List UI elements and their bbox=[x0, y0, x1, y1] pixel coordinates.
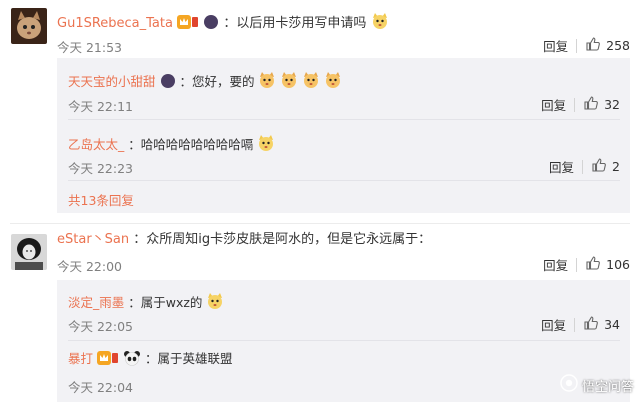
avatar-gu1srebeca[interactable] bbox=[11, 8, 47, 44]
reply-time: 今天 22:23 bbox=[68, 161, 133, 176]
wukong-watermark: 悟空问答 bbox=[560, 374, 634, 396]
comment-1: Gu1SRebeca_Tata ：以后用卡莎用写申请吗 今天 21:53 回复 … bbox=[0, 0, 640, 232]
reply-actions: 回复 34 bbox=[541, 315, 620, 334]
night-badge-icon bbox=[160, 73, 176, 93]
comment-body: ：众所周知ig卡莎皮肤是阿水的，但是它永远属于： bbox=[133, 232, 432, 247]
cat-emoji-icon bbox=[206, 292, 224, 314]
cat-emoji-icon bbox=[258, 71, 276, 93]
comment-actions: 回复 106 bbox=[543, 255, 630, 274]
like-count: 258 bbox=[606, 38, 630, 53]
action-divider bbox=[576, 38, 578, 53]
comment-username[interactable]: eStar丶San bbox=[57, 232, 129, 247]
reply-text-line: 淡定_雨墨 ：属于wxz的 bbox=[68, 292, 224, 314]
reply-thread: 天天宝的小甜甜 ：您好，要的 今天 22:11 回复 32 乙岛太太_ ：哈哈哈… bbox=[57, 58, 630, 213]
comment-text-line: Gu1SRebeca_Tata ：以后用卡莎用写申请吗 bbox=[57, 12, 389, 35]
cat-emoji-icon bbox=[324, 71, 342, 93]
action-divider bbox=[574, 317, 576, 332]
avatar-estar-san[interactable] bbox=[11, 234, 47, 270]
panda-badge-icon bbox=[123, 350, 141, 370]
reply-username[interactable]: 乙岛太太_ bbox=[68, 137, 124, 152]
comment-body: ：以后用卡莎用写申请吗 bbox=[223, 16, 367, 31]
reply-button[interactable]: 回复 bbox=[543, 36, 568, 55]
comment-time: 今天 21:53 bbox=[57, 40, 122, 55]
reply-divider bbox=[68, 180, 620, 181]
reply-button[interactable]: 回复 bbox=[543, 255, 568, 274]
reply-actions: 回复 2 bbox=[549, 157, 620, 176]
reply-text-line: 乙岛太太_ ：哈哈哈哈哈哈哈哈嗝 bbox=[68, 134, 275, 156]
reply-time: 今天 22:11 bbox=[68, 99, 133, 114]
comment-2: eStar丶San ：众所周知ig卡莎皮肤是阿水的，但是它永远属于： 今天 22… bbox=[0, 224, 640, 402]
reply-body: ：您好，要的 bbox=[179, 74, 255, 89]
reply-item: 天天宝的小甜甜 ：您好，要的 今天 22:11 回复 32 bbox=[57, 58, 630, 118]
reply-body: ：哈哈哈哈哈哈哈哈嗝 bbox=[128, 137, 254, 152]
reply-button[interactable]: 回复 bbox=[541, 315, 566, 334]
action-divider bbox=[582, 159, 584, 174]
more-replies-link[interactable]: 共13条回复 bbox=[68, 190, 134, 209]
action-divider bbox=[574, 97, 576, 112]
reply-username[interactable]: 天天宝的小甜甜 bbox=[68, 74, 156, 89]
reply-text-line: 天天宝的小甜甜 ：您好，要的 bbox=[68, 71, 342, 93]
wukong-logo-icon bbox=[560, 374, 578, 396]
like-thumb-icon[interactable] bbox=[585, 255, 601, 274]
reply-body: ：属于wxz的 bbox=[128, 295, 203, 310]
like-count: 34 bbox=[604, 317, 620, 332]
reply-time: 今天 22:04 bbox=[68, 380, 133, 395]
like-count: 106 bbox=[606, 257, 630, 272]
badge-crown-icon bbox=[177, 14, 199, 35]
cat-emoji-icon bbox=[257, 134, 275, 156]
like-thumb-icon[interactable] bbox=[583, 315, 599, 334]
reply-time: 今天 22:05 bbox=[68, 319, 133, 334]
action-divider bbox=[576, 257, 578, 272]
reply-body: ：属于英雄联盟 bbox=[144, 351, 233, 366]
like-thumb-icon[interactable] bbox=[585, 36, 601, 55]
like-thumb-icon[interactable] bbox=[583, 95, 599, 114]
reply-item: 乙岛太太_ ：哈哈哈哈哈哈哈哈嗝 今天 22:23 回复 2 bbox=[57, 120, 630, 180]
reply-item: 淡定_雨墨 ：属于wxz的 今天 22:05 回复 34 bbox=[57, 280, 630, 338]
night-badge-icon bbox=[203, 14, 219, 35]
reply-username[interactable]: 暴打 bbox=[68, 351, 93, 366]
reply-text-line: 暴打 ：属于英雄联盟 bbox=[68, 350, 232, 370]
badge-crown-icon bbox=[97, 350, 119, 370]
reply-button[interactable]: 回复 bbox=[541, 95, 566, 114]
comment-username[interactable]: Gu1SRebeca_Tata bbox=[57, 16, 173, 31]
cat-emoji-icon bbox=[302, 71, 320, 93]
reply-actions: 回复 32 bbox=[541, 95, 620, 114]
cat-emoji-icon bbox=[371, 12, 389, 35]
like-thumb-icon[interactable] bbox=[591, 157, 607, 176]
reply-button[interactable]: 回复 bbox=[549, 157, 574, 176]
watermark-text: 悟空问答 bbox=[581, 379, 634, 395]
reply-username[interactable]: 淡定_雨墨 bbox=[68, 295, 124, 310]
like-count: 2 bbox=[612, 159, 620, 174]
reply-item: 暴打 ：属于英雄联盟 今天 22:04 bbox=[57, 341, 630, 402]
comment-actions: 回复 258 bbox=[543, 36, 630, 55]
reply-thread: 淡定_雨墨 ：属于wxz的 今天 22:05 回复 34 暴打 ：属于英雄联盟 … bbox=[57, 280, 630, 402]
comment-time: 今天 22:00 bbox=[57, 259, 122, 274]
comment-text-line: eStar丶San ：众所周知ig卡莎皮肤是阿水的，但是它永远属于： bbox=[57, 232, 431, 248]
like-count: 32 bbox=[604, 97, 620, 112]
cat-emoji-icon bbox=[280, 71, 298, 93]
